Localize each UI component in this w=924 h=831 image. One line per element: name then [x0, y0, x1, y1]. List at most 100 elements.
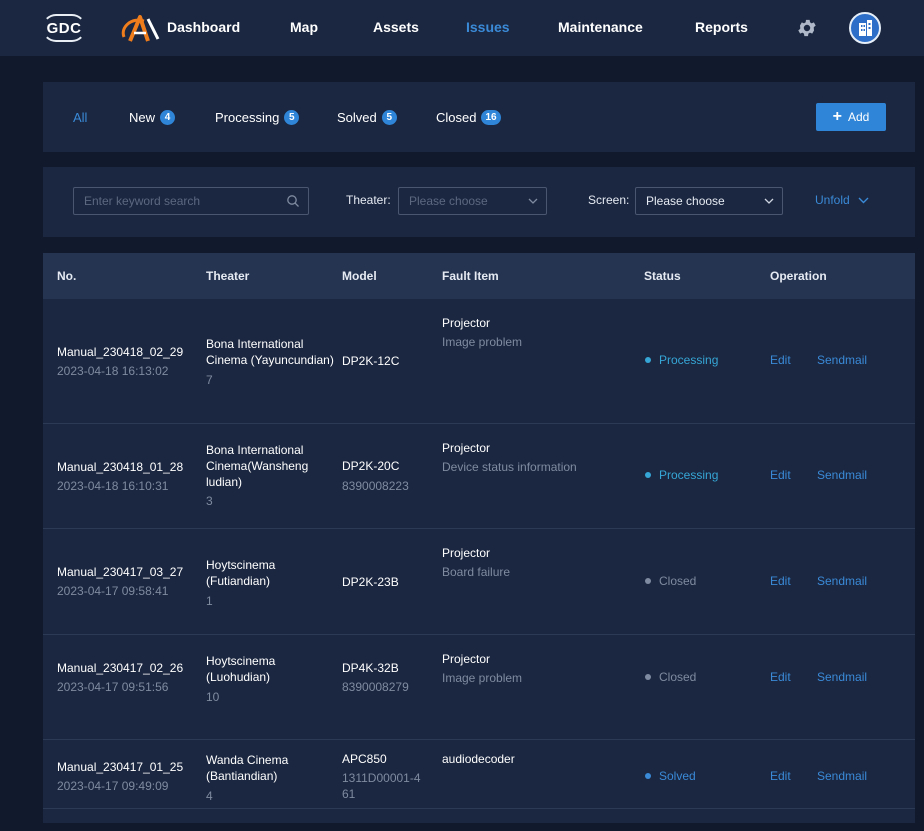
- column-header-theater: Theater: [206, 269, 250, 283]
- tab-processing-count-badge: 5: [284, 110, 300, 125]
- status-label: Closed: [659, 574, 697, 588]
- unfold-toggle[interactable]: Unfold: [815, 193, 869, 207]
- theater-name-line: Cinema(Wansheng: [206, 459, 309, 473]
- nav-maintenance[interactable]: Maintenance: [558, 19, 643, 35]
- column-header-no: No.: [57, 269, 77, 283]
- user-avatar[interactable]: [849, 12, 881, 44]
- fault-detail: Device status information: [442, 460, 577, 474]
- search-icon: [287, 195, 299, 207]
- theater-select[interactable]: Please choose: [398, 187, 547, 215]
- tab-new-label: New: [129, 110, 156, 125]
- plus-icon: +: [832, 108, 842, 125]
- fault-category: audiodecoder: [442, 752, 515, 766]
- column-header-operation: Operation: [770, 269, 827, 283]
- gdc-logo[interactable]: GDC: [42, 14, 86, 42]
- table-row: Manual_230418_02_29 2023-04-18 16:13:02 …: [43, 299, 915, 424]
- issue-time: 2023-04-17 09:58:41: [57, 584, 169, 598]
- screen-filter-label: Screen:: [588, 193, 630, 207]
- chevron-down-icon: [858, 197, 869, 204]
- edit-link[interactable]: Edit: [770, 468, 791, 482]
- status-dot: [645, 472, 651, 478]
- edit-link[interactable]: Edit: [770, 769, 791, 783]
- column-header-model: Model: [342, 269, 377, 283]
- tab-solved[interactable]: Solved 5: [337, 110, 397, 125]
- issue-time: 2023-04-17 09:49:09: [57, 779, 169, 793]
- status-dot: [645, 357, 651, 363]
- issue-time: 2023-04-18 16:13:02: [57, 364, 169, 378]
- tab-closed-count-badge: 16: [481, 110, 501, 125]
- sendmail-link[interactable]: Sendmail: [817, 468, 867, 482]
- status-tabs-panel: All New 4 Processing 5 Solved 5 Closed 1…: [43, 82, 915, 152]
- theater-name-line: (Futiandian): [206, 574, 271, 588]
- issue-number[interactable]: Manual_230418_01_28: [57, 459, 183, 475]
- gear-icon[interactable]: [796, 17, 818, 39]
- tab-new[interactable]: New 4: [129, 110, 176, 125]
- model-name: DP2K-12C: [342, 354, 400, 368]
- edit-link[interactable]: Edit: [770, 574, 791, 588]
- tab-processing[interactable]: Processing 5: [215, 110, 300, 125]
- sendmail-link[interactable]: Sendmail: [817, 670, 867, 684]
- screen-number: 3: [206, 494, 213, 508]
- chevron-down-icon: [764, 198, 774, 204]
- theater-name-line: Bona International: [206, 337, 304, 351]
- screen-select[interactable]: Please choose: [635, 187, 783, 215]
- sendmail-link[interactable]: Sendmail: [817, 769, 867, 783]
- tab-processing-label: Processing: [215, 110, 280, 125]
- serial-number: 1311D00001-461: [342, 771, 421, 801]
- fault-detail: Board failure: [442, 565, 511, 579]
- fault-category: Projector: [442, 546, 491, 560]
- tab-all-label: All: [73, 110, 88, 125]
- tab-solved-label: Solved: [337, 110, 377, 125]
- theater-filter-label: Theater:: [346, 193, 391, 207]
- brand-logo-icon[interactable]: [118, 13, 162, 45]
- column-header-fault-item: Fault Item: [442, 269, 499, 283]
- top-navbar: GDC Dashboard Map Assets Issues Maintena…: [0, 0, 924, 56]
- add-issue-button[interactable]: + Add: [816, 103, 886, 131]
- theater-name-line: Wanda Cinema: [206, 753, 289, 767]
- keyword-search-input[interactable]: Enter keyword search: [73, 187, 309, 215]
- serial-number: 8390008279: [342, 680, 409, 694]
- edit-link[interactable]: Edit: [770, 353, 791, 367]
- gdc-logo-ring: [42, 14, 86, 42]
- issue-number[interactable]: Manual_230417_03_27: [57, 564, 183, 580]
- screen-select-value: Please choose: [646, 194, 725, 208]
- fault-category: Projector: [442, 652, 491, 666]
- nav-reports[interactable]: Reports: [695, 19, 748, 35]
- nav-map[interactable]: Map: [290, 19, 318, 35]
- unfold-label: Unfold: [815, 193, 850, 207]
- status-badge: Closed: [645, 574, 696, 588]
- sendmail-link[interactable]: Sendmail: [817, 574, 867, 588]
- status-badge: Closed: [645, 670, 696, 684]
- status-label: Processing: [659, 468, 719, 482]
- status-badge: Processing: [645, 468, 718, 482]
- nav-issues[interactable]: Issues: [466, 19, 510, 35]
- edit-link[interactable]: Edit: [770, 670, 791, 684]
- tab-all[interactable]: All: [73, 110, 87, 125]
- model-name: DP2K-20C: [342, 459, 400, 473]
- table-row: Manual_230417_01_25 2023-04-17 09:49:09 …: [43, 740, 915, 809]
- status-dot: [645, 674, 651, 680]
- status-label: Processing: [659, 353, 719, 367]
- theater-name-line: Cinema (Yayuncundian): [206, 353, 334, 367]
- theater-select-placeholder: Please choose: [409, 194, 488, 208]
- fault-category: Projector: [442, 441, 491, 455]
- issue-time: 2023-04-18 16:10:31: [57, 479, 169, 493]
- nav-assets[interactable]: Assets: [373, 19, 419, 35]
- screen-number: 7: [206, 373, 213, 387]
- status-label: Solved: [659, 769, 696, 783]
- issue-number[interactable]: Manual_230418_02_29: [57, 344, 183, 360]
- issue-number[interactable]: Manual_230417_02_26: [57, 660, 183, 676]
- status-dot: [645, 773, 651, 779]
- screen-number: 4: [206, 789, 213, 803]
- sendmail-link[interactable]: Sendmail: [817, 353, 867, 367]
- add-button-label: Add: [847, 110, 870, 124]
- issue-time: 2023-04-17 09:51:56: [57, 680, 169, 694]
- tab-new-count-badge: 4: [160, 110, 176, 125]
- issue-number[interactable]: Manual_230417_01_25: [57, 759, 183, 775]
- table-header: No. Theater Model Fault Item Status Oper…: [43, 253, 915, 299]
- theater-name-line: Hoytscinema: [206, 558, 276, 572]
- table-row: Manual_230417_03_27 2023-04-17 09:58:41 …: [43, 529, 915, 635]
- screen-number: 1: [206, 594, 213, 608]
- tab-closed[interactable]: Closed 16: [436, 110, 501, 125]
- nav-dashboard[interactable]: Dashboard: [167, 19, 240, 35]
